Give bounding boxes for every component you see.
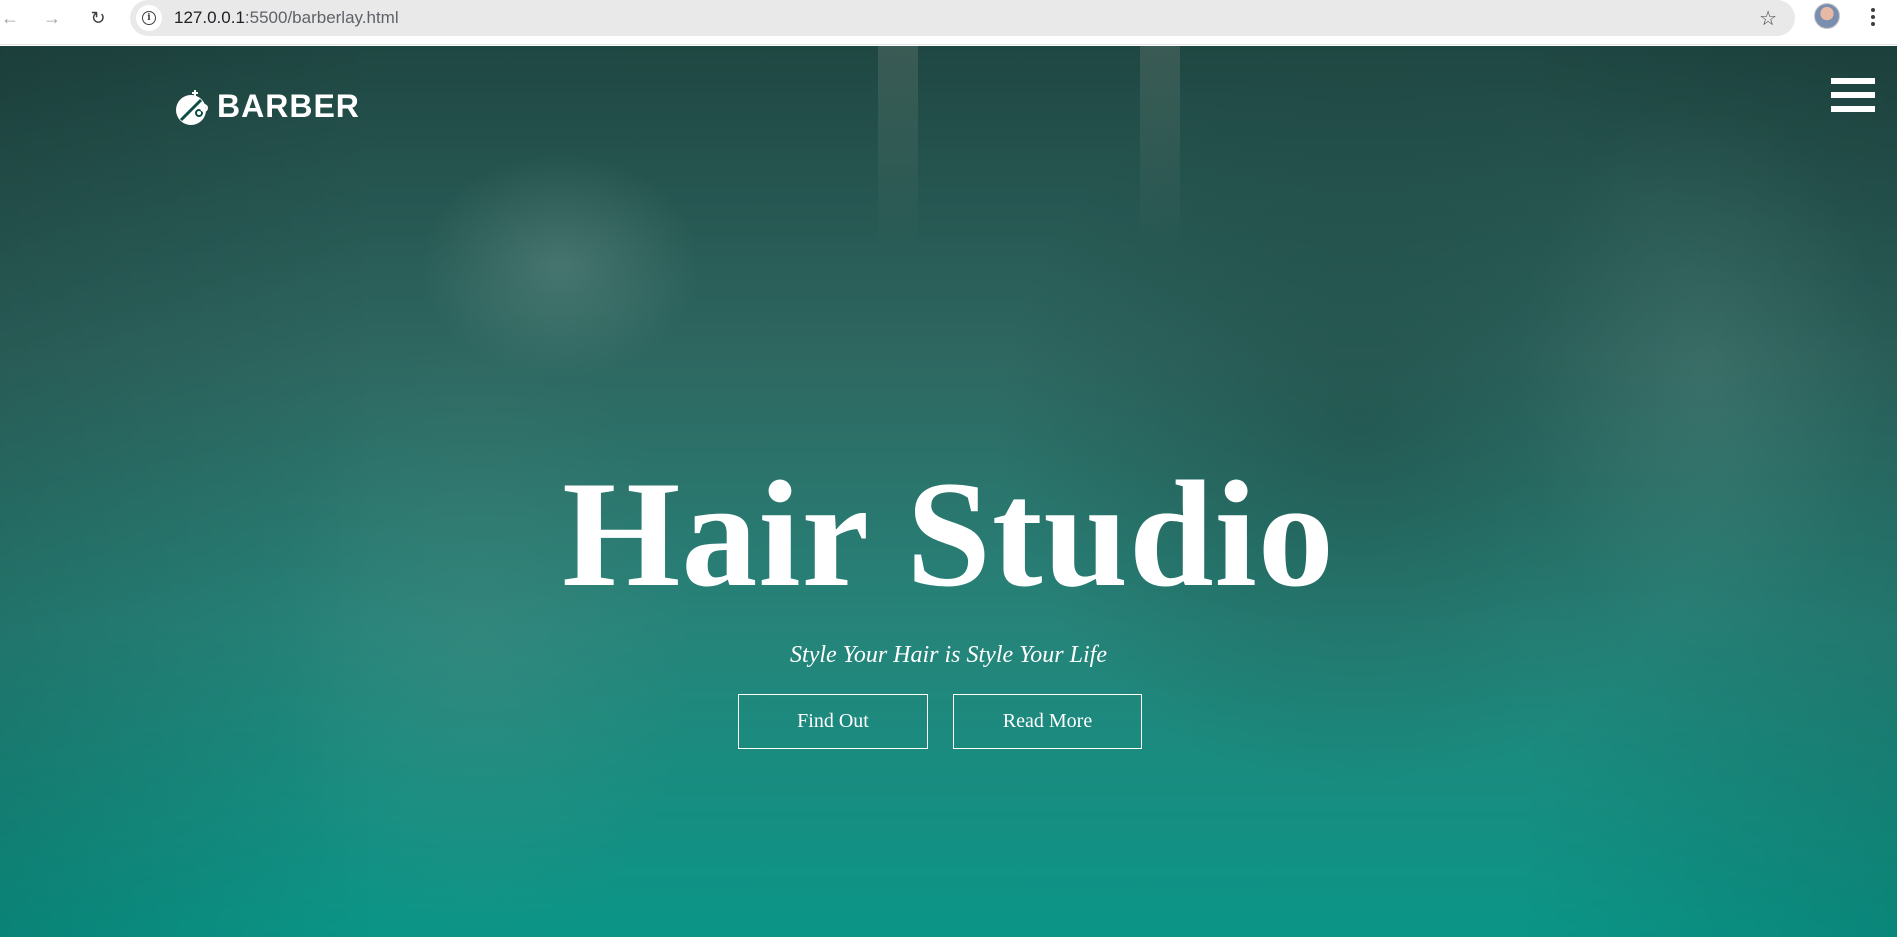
hero-title: Hair Studio <box>562 450 1335 618</box>
barber-logo-icon <box>176 90 208 125</box>
hero-subtitle: Style Your Hair is Style Your Life <box>790 642 1107 668</box>
background-pillar <box>1140 46 1180 246</box>
url-host: 127.0.0.1 <box>174 8 245 27</box>
avatar[interactable] <box>1814 3 1840 29</box>
hamburger-menu-icon[interactable] <box>1831 78 1875 112</box>
read-more-button[interactable]: Read More <box>953 694 1142 749</box>
address-bar[interactable]: i 127.0.0.1:5500/barberlay.html ☆ <box>130 0 1795 36</box>
back-arrow-icon[interactable]: ← <box>0 4 24 32</box>
forward-arrow-icon[interactable]: → <box>38 4 66 32</box>
star-icon[interactable]: ☆ <box>1759 6 1777 31</box>
find-out-button[interactable]: Find Out <box>738 694 928 749</box>
more-vert-icon[interactable] <box>1866 4 1880 30</box>
hero-section: BARBER Hair Studio Style Your Hair is St… <box>0 46 1897 937</box>
url-text[interactable]: 127.0.0.1:5500/barberlay.html <box>174 8 399 28</box>
url-path: :5500/barberlay.html <box>244 8 399 27</box>
site-info-icon[interactable]: i <box>136 5 162 31</box>
background-pillar <box>878 46 918 246</box>
site-logo[interactable]: BARBER <box>173 84 360 128</box>
reload-icon[interactable]: ↻ <box>84 4 112 32</box>
logo-text: BARBER <box>217 87 360 124</box>
browser-toolbar: ← → ↻ i 127.0.0.1:5500/barberlay.html ☆ <box>0 0 1897 45</box>
